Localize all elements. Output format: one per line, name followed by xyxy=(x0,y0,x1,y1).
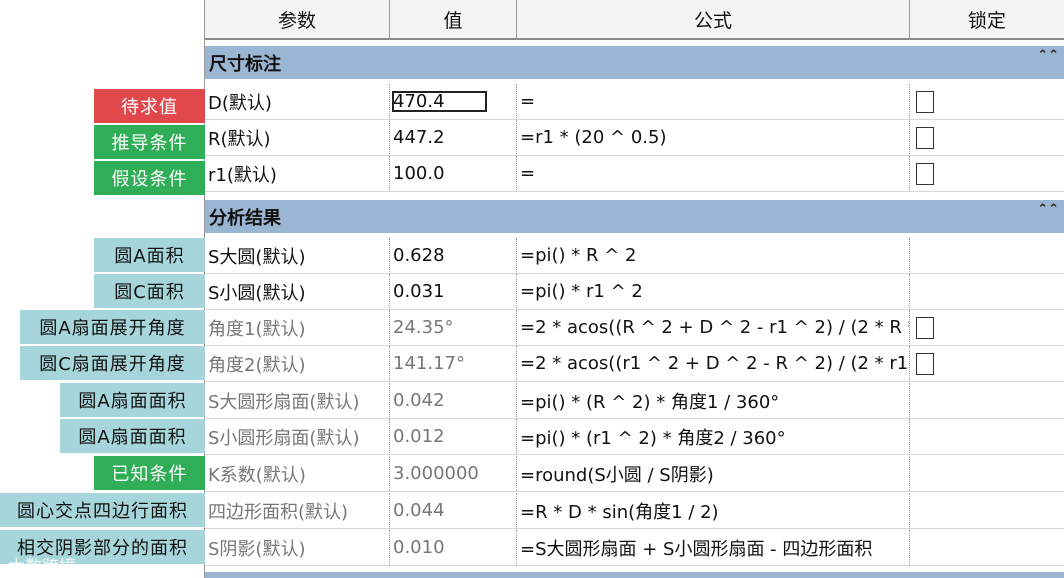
param-formula-cell[interactable]: =pi() * r1 ^ 2 xyxy=(517,274,910,310)
param-formula-cell[interactable]: = xyxy=(517,156,910,192)
param-name-cell[interactable]: r1(默认) xyxy=(205,156,390,192)
lock-cell[interactable] xyxy=(910,493,1064,529)
lock-cell[interactable] xyxy=(910,419,1064,455)
column-header-formula[interactable]: 公式 xyxy=(517,0,910,40)
side-label-target: 待求值 xyxy=(94,89,205,123)
param-name-cell[interactable]: S阴影(默认) xyxy=(205,530,390,566)
lock-cell[interactable] xyxy=(910,238,1064,274)
param-formula-cell[interactable]: =pi() * (R ^ 2) * 角度1 / 360° xyxy=(517,383,910,419)
param-value-cell[interactable]: 447.2 xyxy=(390,120,517,156)
param-formula-cell[interactable]: =2 * acos((R ^ 2 + D ^ 2 - r1 ^ 2) / (2 … xyxy=(517,310,910,346)
param-name-cell[interactable]: S大圆(默认) xyxy=(205,238,390,274)
param-formula-cell[interactable]: =S大圆形扇面 + S小圆形扇面 - 四边形面积 xyxy=(517,530,910,566)
section-dimensions-title: 尺寸标注 xyxy=(209,53,281,75)
param-name-cell[interactable]: S小圆(默认) xyxy=(205,274,390,310)
column-header-lock-label: 锁定 xyxy=(967,9,1006,32)
param-value-cell[interactable]: 0.042 xyxy=(390,383,517,419)
lock-cell[interactable] xyxy=(910,383,1064,419)
watermark: 大数跨境 xyxy=(8,557,76,577)
param-value-cell[interactable]: 0.044 xyxy=(390,493,517,529)
lock-checkbox[interactable] xyxy=(916,126,934,149)
param-name-cell[interactable]: 角度2(默认) xyxy=(205,346,390,382)
param-formula-cell[interactable]: =pi() * R ^ 2 xyxy=(517,238,910,274)
side-label-derived: 推导条件 xyxy=(94,125,205,159)
side-label-circle-c-area: 圆C面积 xyxy=(94,274,205,308)
param-value-cell[interactable]: 0.012 xyxy=(390,419,517,455)
side-label-assumed: 假设条件 xyxy=(94,161,205,195)
lock-checkbox[interactable] xyxy=(916,162,934,185)
collapse-chevron-icon[interactable]: ⌃⌃ xyxy=(1037,48,1059,63)
lock-checkbox[interactable] xyxy=(916,316,934,339)
section-dimensions[interactable]: 尺寸标注 ⌃⌃ xyxy=(205,46,1064,79)
side-label-circle-a-area: 圆A面积 xyxy=(94,238,205,272)
lock-cell[interactable] xyxy=(910,346,1064,382)
side-label-quad-area: 圆心交点四边行面积 xyxy=(0,493,205,527)
param-name-cell[interactable]: S小圆形扇面(默认) xyxy=(205,419,390,455)
section-bottom-bar xyxy=(205,572,1064,578)
lock-checkbox[interactable] xyxy=(916,90,934,113)
param-name-cell[interactable]: 四边形面积(默认) xyxy=(205,493,390,529)
section-results[interactable]: 分析结果 ⌃⌃ xyxy=(205,200,1064,233)
param-value-cell[interactable]: 100.0 xyxy=(390,156,517,192)
param-formula-cell[interactable]: = xyxy=(517,84,910,120)
section-results-title: 分析结果 xyxy=(209,207,281,229)
param-value-cell[interactable]: 0.628 xyxy=(390,238,517,274)
column-header-value[interactable]: 值 xyxy=(390,0,517,40)
column-header-value-label: 值 xyxy=(443,9,463,32)
param-value-cell[interactable]: 141.17° xyxy=(390,346,517,382)
lock-cell[interactable] xyxy=(910,456,1064,492)
param-name-cell[interactable]: D(默认) xyxy=(205,84,390,120)
param-formula-cell[interactable]: =2 * acos((r1 ^ 2 + D ^ 2 - R ^ 2) / (2 … xyxy=(517,346,910,382)
param-formula-cell[interactable]: =R * D * sin(角度1 / 2) xyxy=(517,493,910,529)
column-header-lock[interactable]: 锁定 xyxy=(910,0,1064,40)
side-label-known: 已知条件 xyxy=(94,456,205,490)
param-value-cell[interactable]: 470.4 xyxy=(390,84,517,120)
side-label-circle-c-angle: 圆C扇面展开角度 xyxy=(20,346,205,380)
lock-cell[interactable] xyxy=(910,120,1064,156)
param-value-cell[interactable]: 0.010 xyxy=(390,530,517,566)
lock-cell[interactable] xyxy=(910,274,1064,310)
param-value-cell[interactable]: 3.000000 xyxy=(390,456,517,492)
side-label-circle-a-sector: 圆A扇面面积 xyxy=(60,383,205,417)
param-formula-cell[interactable]: =pi() * (r1 ^ 2) * 角度2 / 360° xyxy=(517,419,910,455)
column-header-formula-label: 公式 xyxy=(693,9,732,32)
param-name-cell[interactable]: 角度1(默认) xyxy=(205,310,390,346)
column-header-param-label: 参数 xyxy=(277,9,316,32)
side-label-circle-a-angle: 圆A扇面展开角度 xyxy=(20,310,205,344)
lock-cell[interactable] xyxy=(910,84,1064,120)
param-name-cell[interactable]: R(默认) xyxy=(205,120,390,156)
param-formula-cell[interactable]: =r1 * (20 ^ 0.5) xyxy=(517,120,910,156)
value-input[interactable]: 470.4 xyxy=(390,89,489,114)
lock-checkbox[interactable] xyxy=(916,352,934,375)
column-header-param[interactable]: 参数 xyxy=(205,0,390,40)
param-name-cell[interactable]: K系数(默认) xyxy=(205,456,390,492)
lock-cell[interactable] xyxy=(910,530,1064,566)
param-value-cell[interactable]: 24.35° xyxy=(390,310,517,346)
side-label-circle-a-sector-2: 圆A扇面面积 xyxy=(60,419,205,453)
lock-cell[interactable] xyxy=(910,310,1064,346)
collapse-chevron-icon[interactable]: ⌃⌃ xyxy=(1037,202,1059,217)
param-formula-cell[interactable]: =round(S小圆 / S阴影) xyxy=(517,456,910,492)
lock-cell[interactable] xyxy=(910,156,1064,192)
param-value-cell[interactable]: 0.031 xyxy=(390,274,517,310)
param-name-cell[interactable]: S大圆形扇面(默认) xyxy=(205,383,390,419)
